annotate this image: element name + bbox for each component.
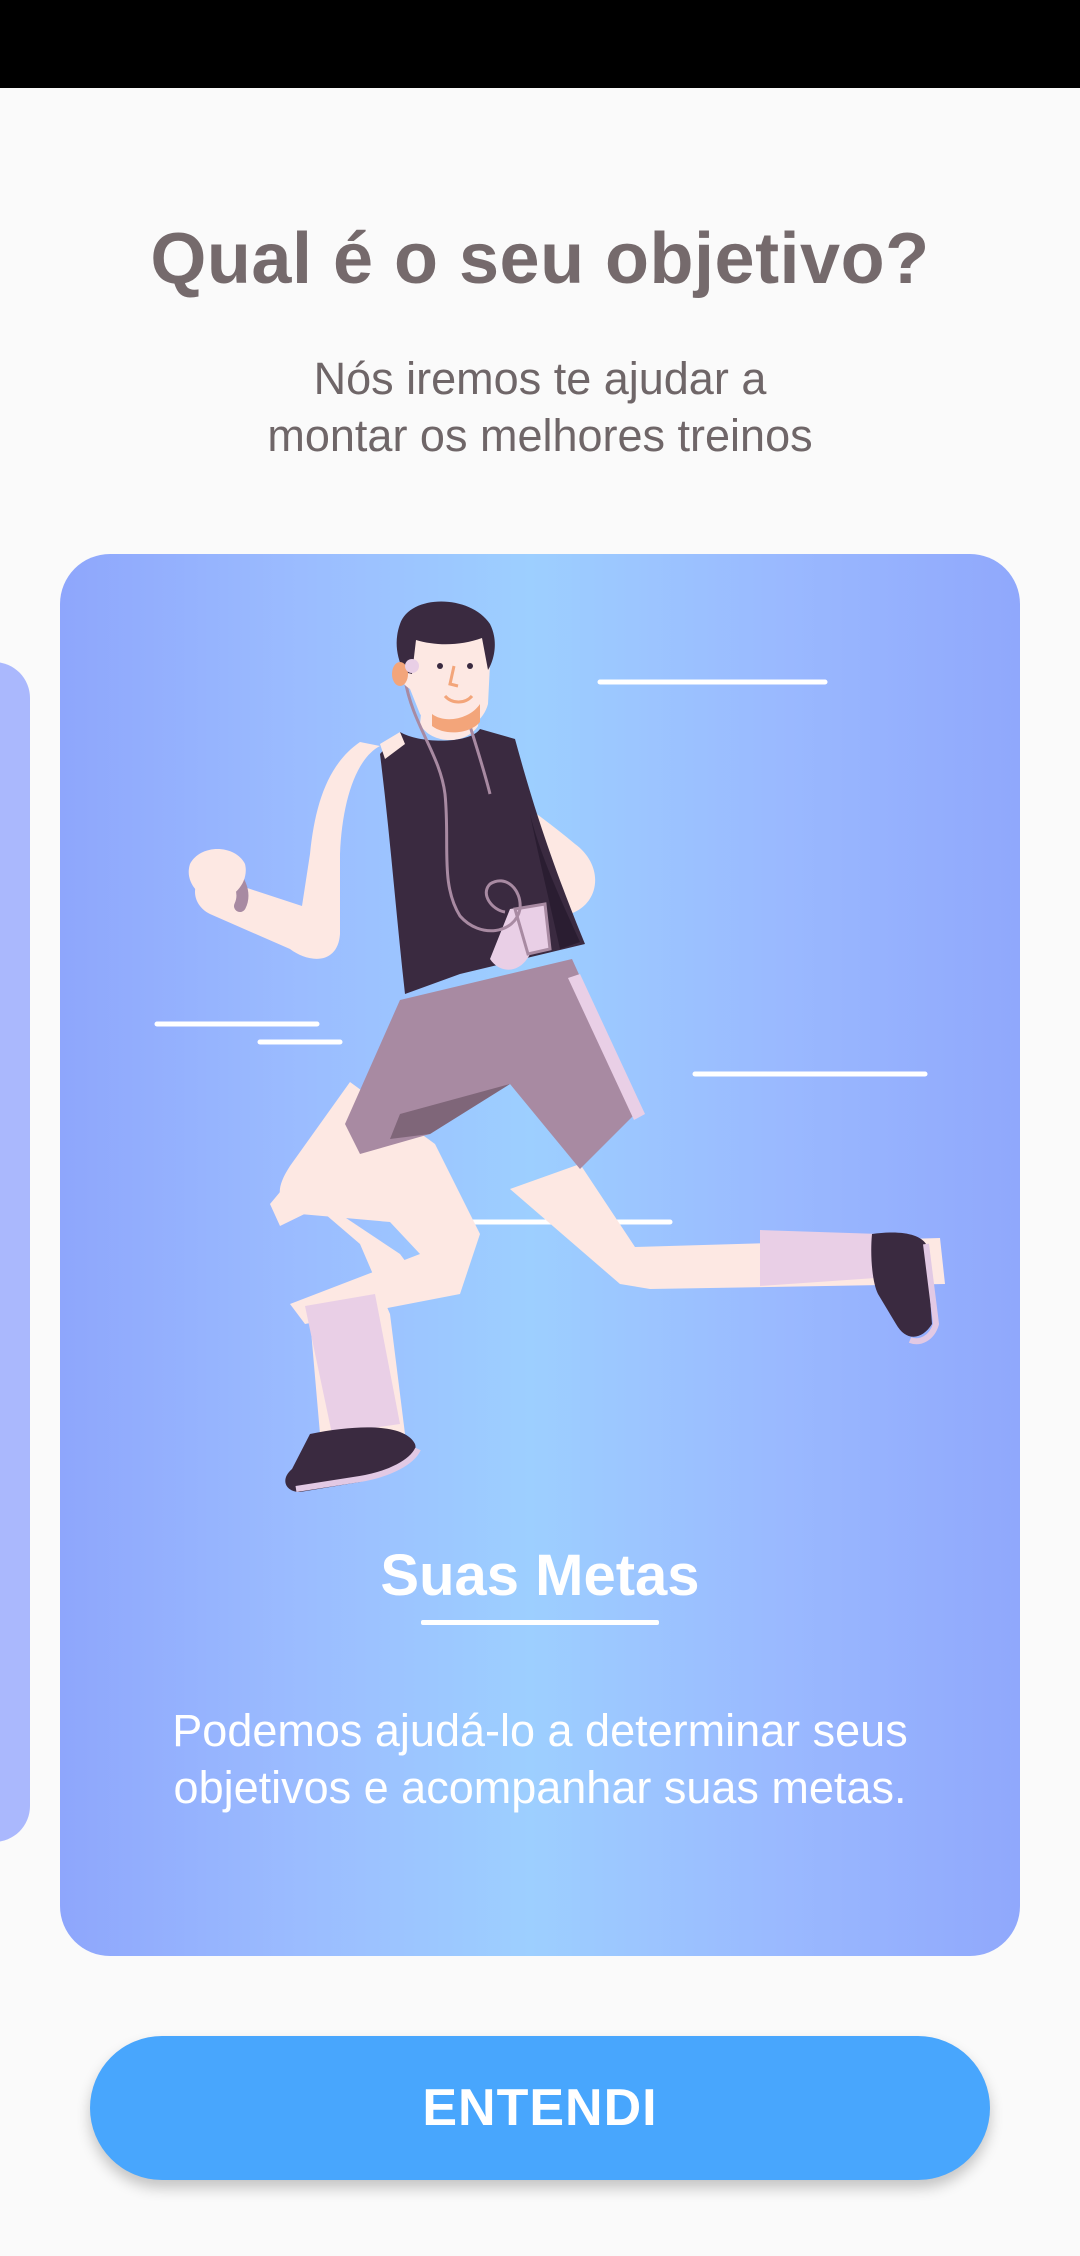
- subtitle-line-1: Nós iremos te ajudar a: [313, 353, 767, 404]
- running-man-illustration: [154, 601, 945, 1492]
- card-title: Suas Metas: [380, 1543, 700, 1608]
- card-title-underline: [421, 1620, 659, 1625]
- card-description: Podemos ajudá-lo a determinar seus objet…: [172, 1705, 908, 1813]
- understood-button[interactable]: ENTENDI: [90, 2036, 990, 2180]
- status-bar: [0, 0, 1080, 88]
- page-title: Qual é o seu objetivo?: [150, 219, 930, 299]
- subtitle-line-2: montar os melhores treinos: [267, 410, 813, 461]
- goal-card[interactable]: Suas Metas Podemos ajudá-lo a determinar…: [60, 554, 1020, 1956]
- page-subtitle: Nós iremos te ajudar a montar os melhore…: [190, 350, 890, 464]
- previous-card-peek[interactable]: [0, 662, 30, 1842]
